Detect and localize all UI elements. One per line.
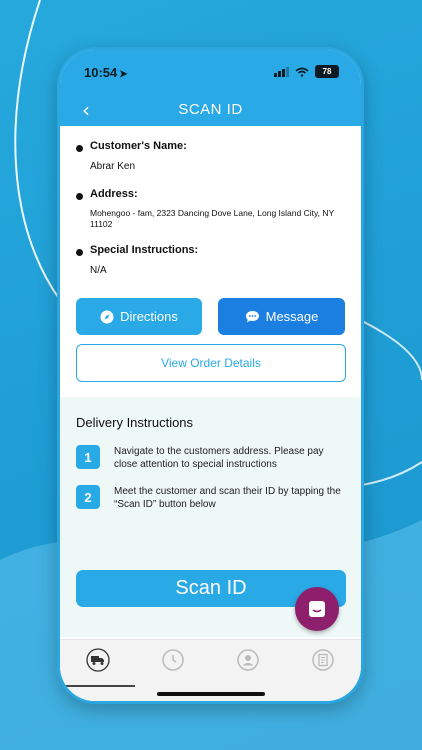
compass-icon <box>100 310 114 324</box>
status-icons: 78 <box>274 65 339 78</box>
home-indicator <box>157 692 265 696</box>
active-tab-indicator <box>60 685 135 687</box>
profile-icon <box>237 649 259 671</box>
tab-profile[interactable] <box>236 648 260 672</box>
app-screen: 10:54 ➤ 78 ‹ SCAN ID Customer's Name: Ab… <box>60 50 361 701</box>
tab-deliveries[interactable] <box>86 648 110 672</box>
document-icon <box>312 649 334 671</box>
status-time-text: 10:54 <box>84 65 118 80</box>
status-time: 10:54 ➤ <box>84 65 128 80</box>
bullet-icon <box>76 193 83 200</box>
directions-label: Directions <box>120 309 178 324</box>
phone-frame: 10:54 ➤ 78 ‹ SCAN ID Customer's Name: Ab… <box>57 47 364 704</box>
customer-name-label: Customer's Name: <box>90 140 187 152</box>
customer-info: Customer's Name: Abrar Ken Address: Mohe… <box>76 140 346 278</box>
special-instructions-label: Special Instructions: <box>90 244 199 256</box>
step-text: Meet the customer and scan their ID by t… <box>114 486 341 510</box>
page-title: SCAN ID <box>178 101 243 118</box>
cellular-signal-icon <box>274 66 289 77</box>
step-text: Navigate to the customers address. Pleas… <box>114 446 324 470</box>
special-instructions-row: Special Instructions: N/A <box>76 244 346 278</box>
chat-support-icon <box>309 601 325 617</box>
special-instructions-value: N/A <box>90 265 107 276</box>
battery-icon: 78 <box>315 65 339 78</box>
address-value: Mohengoo - fam, 2323 Dancing Dove Lane, … <box>90 208 334 229</box>
step-number-badge: 1 <box>76 445 100 469</box>
delivery-truck-icon <box>86 648 110 672</box>
delivery-instructions-title: Delivery Instructions <box>76 415 194 430</box>
support-chat-button[interactable] <box>295 587 339 631</box>
bottom-tab-bar <box>60 639 361 701</box>
bullet-icon <box>76 249 83 256</box>
tab-history[interactable] <box>161 648 185 672</box>
chat-icon <box>245 310 260 324</box>
view-order-details-button[interactable]: View Order Details <box>76 344 346 382</box>
customer-name-value: Abrar Ken <box>90 161 136 172</box>
location-arrow-icon: ➤ <box>119 69 128 80</box>
customer-name-row: Customer's Name: Abrar Ken <box>76 140 346 174</box>
message-button[interactable]: Message <box>218 298 345 335</box>
directions-button[interactable]: Directions <box>76 298 202 335</box>
app-header: ‹ SCAN ID <box>60 94 361 126</box>
tab-documents[interactable] <box>311 648 335 672</box>
address-label: Address: <box>90 188 138 200</box>
wifi-icon <box>295 67 309 77</box>
status-bar: 10:54 ➤ 78 <box>60 50 361 94</box>
message-label: Message <box>265 309 319 324</box>
history-clock-icon <box>162 649 184 671</box>
step-number-badge: 2 <box>76 485 100 509</box>
address-row: Address: Mohengoo - fam, 2323 Dancing Do… <box>76 188 346 230</box>
bullet-icon <box>76 145 83 152</box>
